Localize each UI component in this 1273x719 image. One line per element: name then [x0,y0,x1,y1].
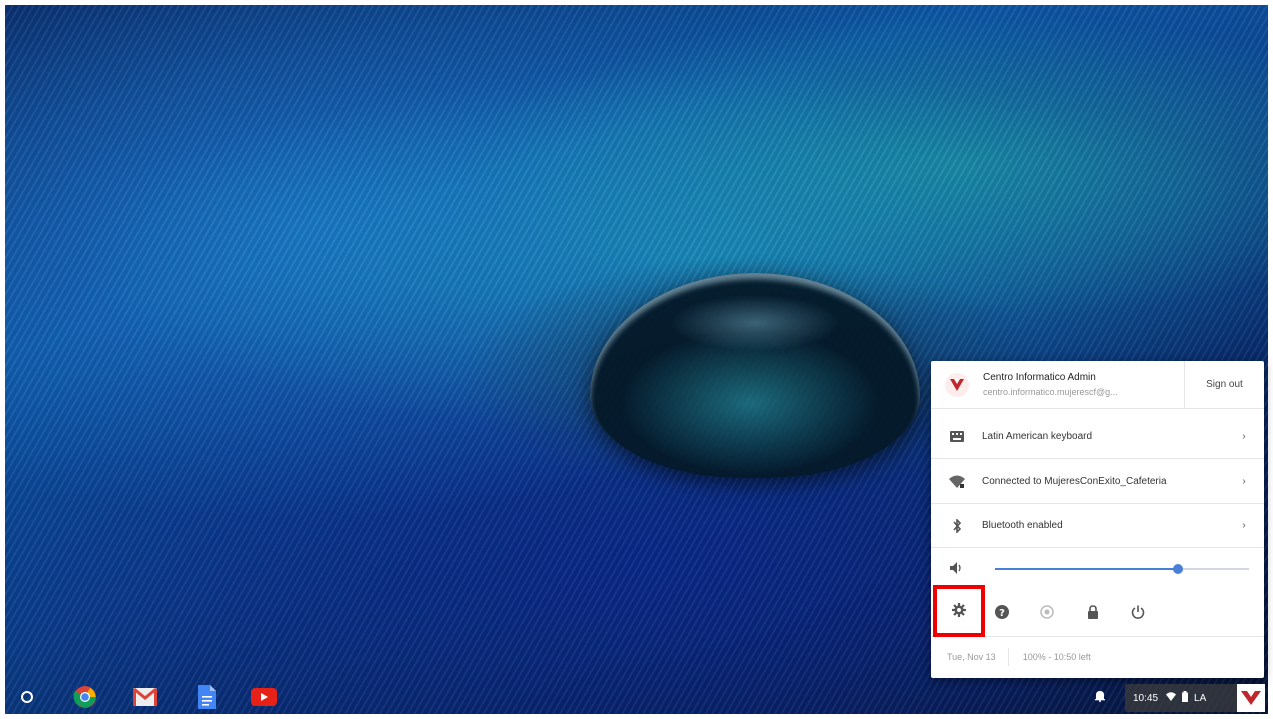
launcher-button[interactable] [15,687,39,711]
bluetooth-icon [948,517,966,535]
bluetooth-menu-item[interactable]: Bluetooth enabled › [931,504,1264,548]
volume-slider-handle[interactable] [1172,564,1183,574]
launcher-icon [20,690,34,709]
youtube-app[interactable] [251,687,277,711]
lock-button[interactable] [1071,591,1115,635]
chevron-right-icon: › [1242,431,1246,442]
settings-button[interactable] [933,585,985,637]
volume-icon[interactable] [948,559,966,577]
gmail-icon [133,687,157,712]
notification-button[interactable] [1092,690,1108,706]
system-tray-popup: Centro Informatico Admin centro.informat… [931,360,1264,678]
volume-slider[interactable] [995,564,1249,574]
input-method-indicator: LA [1194,692,1207,704]
bluetooth-label: Bluetooth enabled [982,520,1063,531]
date-label[interactable]: Tue, Nov 13 [947,648,1009,666]
network-menu-item[interactable]: Connected to MujeresConExito_Cafeteria › [931,460,1264,504]
user-name: Centro Informatico Admin [983,372,1096,383]
wifi-icon [948,473,966,491]
cast-icon [1040,604,1054,622]
user-avatar [1237,684,1265,712]
docs-icon [198,684,216,714]
bell-icon [1095,689,1105,707]
status-row: Tue, Nov 13 100% - 10:50 left [931,637,1264,677]
volume-row [931,549,1264,587]
cast-button[interactable] [1025,591,1069,635]
docs-app[interactable] [195,684,219,714]
user-email: centro.informatico.mujerescf@g... [983,387,1118,397]
wallpaper-droplet [590,273,920,478]
user-avatar [945,372,969,397]
user-row: Centro Informatico Admin centro.informat… [931,360,1264,409]
battery-icon [1182,691,1189,705]
keyboard-label: Latin American keyboard [982,431,1093,442]
wifi-icon [1166,692,1177,704]
power-button[interactable] [1116,591,1160,635]
power-icon [1131,605,1145,622]
sign-out-button[interactable]: Sign out [1184,360,1264,409]
chrome-icon [73,685,97,714]
chevron-right-icon: › [1242,520,1246,531]
gmail-app[interactable] [133,687,157,711]
keyboard-menu-item[interactable]: Latin American keyboard › [931,415,1264,459]
shelf: 10:45 LA [5,681,1268,714]
clock: 10:45 [1133,692,1159,704]
lock-icon [1087,604,1099,622]
help-button[interactable]: ? [980,591,1024,635]
status-area[interactable]: 10:45 LA [1125,684,1265,712]
chevron-right-icon: › [1242,476,1246,487]
help-icon: ? [995,604,1009,622]
volume-fill [995,568,1178,570]
keyboard-icon [948,428,966,446]
user-info: Centro Informatico Admin centro.informat… [983,372,1184,397]
settings-icon [952,602,966,620]
youtube-icon [251,687,277,711]
network-label: Connected to MujeresConExito_Cafeteria [982,476,1167,487]
battery-status: 100% - 10:50 left [1022,652,1091,662]
chrome-app[interactable] [73,685,97,714]
svg-text:?: ? [999,608,1005,619]
quick-actions-row: ? [931,585,1264,637]
